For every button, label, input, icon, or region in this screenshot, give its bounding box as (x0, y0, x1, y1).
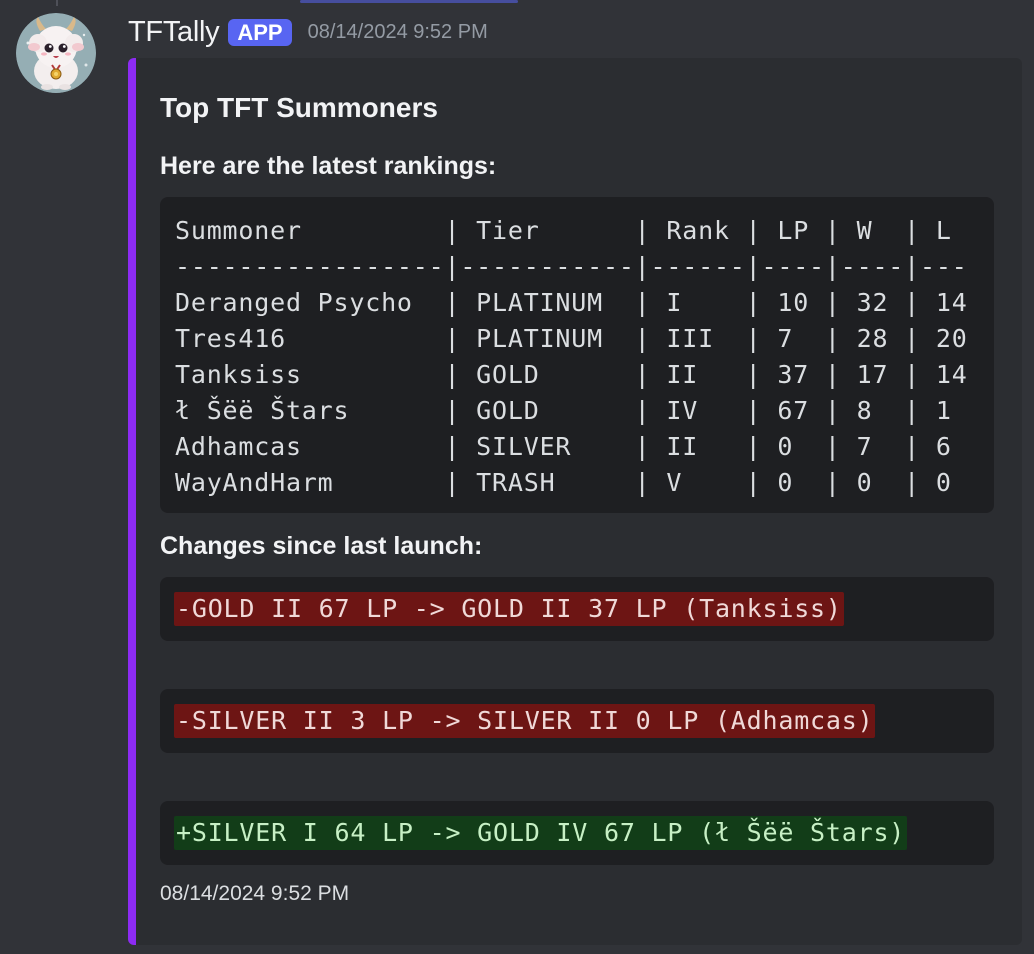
diff-codeblock: +SILVER I 64 LP -> GOLD IV 67 LP (ł Šëë … (160, 801, 994, 865)
table-header-row: Summoner | Tier | Rank | LP | W | L (175, 216, 952, 245)
table-row: Adhamcas | SILVER | II | 0 | 7 | 6 (175, 432, 952, 461)
diff-codeblock: -SILVER II 3 LP -> SILVER II 0 LP (Adham… (160, 689, 994, 753)
rankings-embed: Top TFT Summoners Here are the latest ra… (128, 58, 1022, 945)
bot-avatar-icon[interactable] (16, 13, 96, 93)
table-row: WayAndHarm | TRASH | V | 0 | 0 | 0 (175, 468, 952, 497)
embed-title: Top TFT Summoners (160, 92, 438, 123)
changes-heading: Changes since last launch: (160, 532, 483, 560)
diff-codeblock: -GOLD II 67 LP -> GOLD II 37 LP (Tanksis… (160, 577, 994, 641)
app-badge: APP (228, 18, 292, 46)
embed-subtitle: Here are the latest rankings: (160, 152, 497, 180)
message-timestamp[interactable]: 08/14/2024 9:52 PM (308, 21, 488, 44)
embed-footer-timestamp: 08/14/2024 9:52 PM (160, 882, 350, 905)
table-row: ł Šëë Štars | GOLD | IV | 67 | 8 | 1 (175, 396, 952, 425)
message-divider-tick (56, 0, 58, 6)
previous-message-highlight (300, 0, 518, 3)
message-header: TFTally APP 08/14/2024 9:52 PM (128, 12, 488, 52)
diff-removed-line: -SILVER II 3 LP -> SILVER II 0 LP (Adham… (174, 704, 876, 738)
bot-username[interactable]: TFTally (128, 16, 220, 49)
table-separator-row: -----------------|-----------|------|---… (175, 252, 968, 281)
rankings-table-codeblock: Summoner | Tier | Rank | LP | W | L ----… (160, 197, 994, 513)
diff-added-line: +SILVER I 64 LP -> GOLD IV 67 LP (ł Šëë … (174, 816, 908, 850)
diff-removed-line: -GOLD II 67 LP -> GOLD II 37 LP (Tanksis… (174, 592, 844, 626)
table-row: Tres416 | PLATINUM | III | 7 | 28 | 20 (175, 324, 968, 353)
table-row: Tanksiss | GOLD | II | 37 | 17 | 14 (175, 360, 968, 389)
table-row: Deranged Psycho | PLATINUM | I | 10 | 32… (175, 288, 968, 317)
